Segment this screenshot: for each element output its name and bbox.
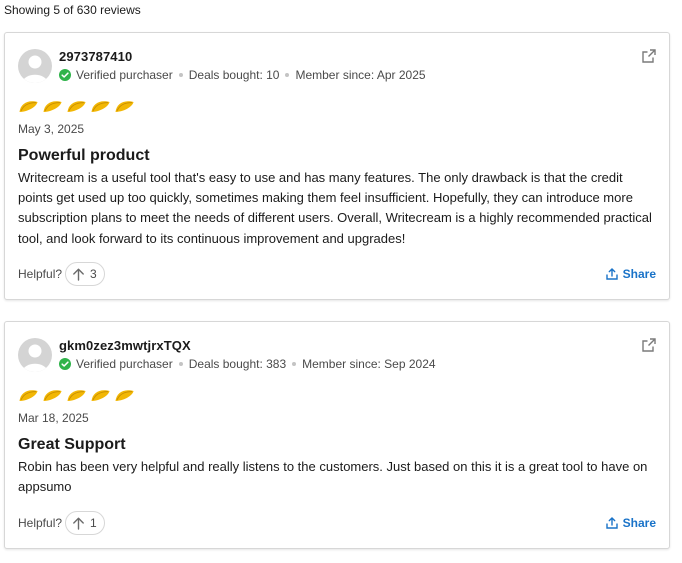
deals-bought: Deals bought: 383	[188, 357, 287, 371]
check-circle-icon	[59, 69, 71, 81]
review-date: Mar 18, 2025	[18, 411, 89, 425]
taco-icon	[19, 390, 38, 401]
taco-icon	[115, 101, 134, 112]
meta-separator	[292, 362, 297, 366]
helpful-section: Helpful? 1	[18, 511, 105, 535]
upvote-button[interactable]: 3	[65, 262, 105, 286]
arrow-up-icon	[73, 517, 84, 530]
share-label: Share	[622, 516, 656, 530]
meta-separator	[178, 73, 183, 77]
member-since: Member since: Sep 2024	[302, 357, 436, 371]
helpful-label: Helpful?	[18, 516, 63, 530]
check-circle-icon	[59, 358, 71, 370]
review-card: gkm0zez3mwtjrxTQX Verified purchaser Dea…	[4, 321, 670, 549]
taco-icon	[67, 390, 86, 401]
meta-separator	[178, 362, 183, 366]
taco-icon	[91, 101, 110, 112]
share-button[interactable]: Share	[605, 516, 656, 530]
helpful-label: Helpful?	[18, 267, 63, 281]
review-title: Powerful product	[18, 147, 150, 164]
reviewer-meta: Verified purchaser Deals bought: 10 Memb…	[59, 68, 426, 82]
taco-icon	[43, 390, 62, 401]
verified-label: Verified purchaser	[76, 357, 173, 371]
meta-separator	[285, 73, 290, 77]
external-link-icon[interactable]	[641, 337, 657, 353]
share-button[interactable]: Share	[605, 267, 656, 281]
external-link-icon[interactable]	[641, 48, 657, 64]
review-count-summary: Showing 5 of 630 reviews	[4, 3, 141, 17]
member-since: Member since: Apr 2025	[295, 68, 426, 82]
rating-stars	[18, 388, 135, 402]
arrow-up-icon	[73, 268, 84, 281]
user-avatar-icon	[18, 49, 52, 83]
review-body: Writecream is a useful tool that's easy …	[18, 170, 652, 246]
helpful-count: 3	[90, 267, 97, 281]
review-title: Great Support	[18, 436, 126, 453]
share-icon	[605, 517, 618, 529]
taco-icon	[91, 390, 110, 401]
taco-icon	[67, 101, 86, 112]
deals-bought: Deals bought: 10	[188, 68, 280, 82]
user-avatar-icon	[18, 338, 52, 372]
reviewer-username[interactable]: gkm0zez3mwtjrxTQX	[59, 338, 191, 353]
reviewer-meta: Verified purchaser Deals bought: 383 Mem…	[59, 357, 436, 371]
reviewer-username[interactable]: 2973787410	[59, 49, 132, 64]
taco-icon	[43, 101, 62, 112]
verified-label: Verified purchaser	[76, 68, 173, 82]
taco-icon	[115, 390, 134, 401]
review-body: Robin has been very helpful and really l…	[18, 459, 648, 495]
review-card: 2973787410 Verified purchaser Deals boug…	[4, 32, 670, 300]
share-label: Share	[622, 267, 656, 281]
rating-stars	[18, 99, 135, 113]
review-date: May 3, 2025	[18, 122, 85, 136]
helpful-section: Helpful? 3	[18, 262, 105, 286]
share-icon	[605, 268, 618, 280]
helpful-count: 1	[90, 516, 97, 530]
upvote-button[interactable]: 1	[65, 511, 105, 535]
taco-icon	[19, 101, 38, 112]
